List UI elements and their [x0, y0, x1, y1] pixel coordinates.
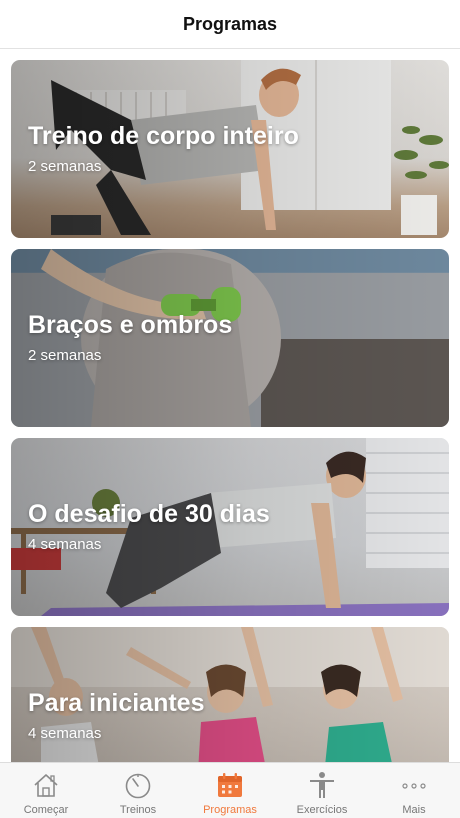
- page-title: Programas: [182, 13, 278, 34]
- program-duration: 4 semanas: [28, 725, 102, 742]
- tab-mais[interactable]: Mais: [368, 763, 460, 818]
- program-duration: 4 semanas: [28, 536, 102, 553]
- program-duration: 2 semanas: [28, 158, 102, 175]
- tab-label: Treinos: [119, 804, 157, 816]
- calendar-icon: [218, 773, 242, 797]
- top-bar: Programas: [0, 0, 460, 49]
- program-title: Treino de corpo inteiro: [28, 122, 299, 150]
- program-list[interactable]: Treino de corpo inteiro 2 semanas Braços…: [0, 49, 460, 762]
- more-dots-icon: [402, 783, 426, 789]
- tab-label: Programas: [203, 804, 257, 816]
- tab-label: Exercícios: [296, 804, 348, 816]
- program-title: O desafio de 30 dias: [28, 500, 270, 528]
- tab-treinos[interactable]: Treinos: [92, 763, 184, 818]
- tab-label: Começar: [23, 804, 69, 816]
- stopwatch-icon: [125, 773, 151, 799]
- program-card-30-day-challenge[interactable]: O desafio de 30 dias 4 semanas: [11, 438, 449, 616]
- program-duration: 2 semanas: [28, 347, 102, 364]
- tab-label: Mais: [402, 804, 426, 816]
- tab-comecar[interactable]: Começar: [0, 763, 92, 818]
- program-title: Para iniciantes: [28, 689, 205, 717]
- house-icon: [34, 774, 58, 797]
- program-card-full-body[interactable]: Treino de corpo inteiro 2 semanas: [11, 60, 449, 238]
- bottom-tab-bar: Começar Treinos Programas Exercícios Mai…: [0, 762, 460, 818]
- tab-programas[interactable]: Programas: [184, 763, 276, 818]
- person-stretch-icon: [310, 772, 334, 798]
- program-title: Braços e ombros: [28, 311, 233, 339]
- tab-exercicios[interactable]: Exercícios: [276, 763, 368, 818]
- program-card-beginners[interactable]: Para iniciantes 4 semanas: [11, 627, 449, 762]
- program-card-arms-shoulders[interactable]: Braços e ombros 2 semanas: [11, 249, 449, 427]
